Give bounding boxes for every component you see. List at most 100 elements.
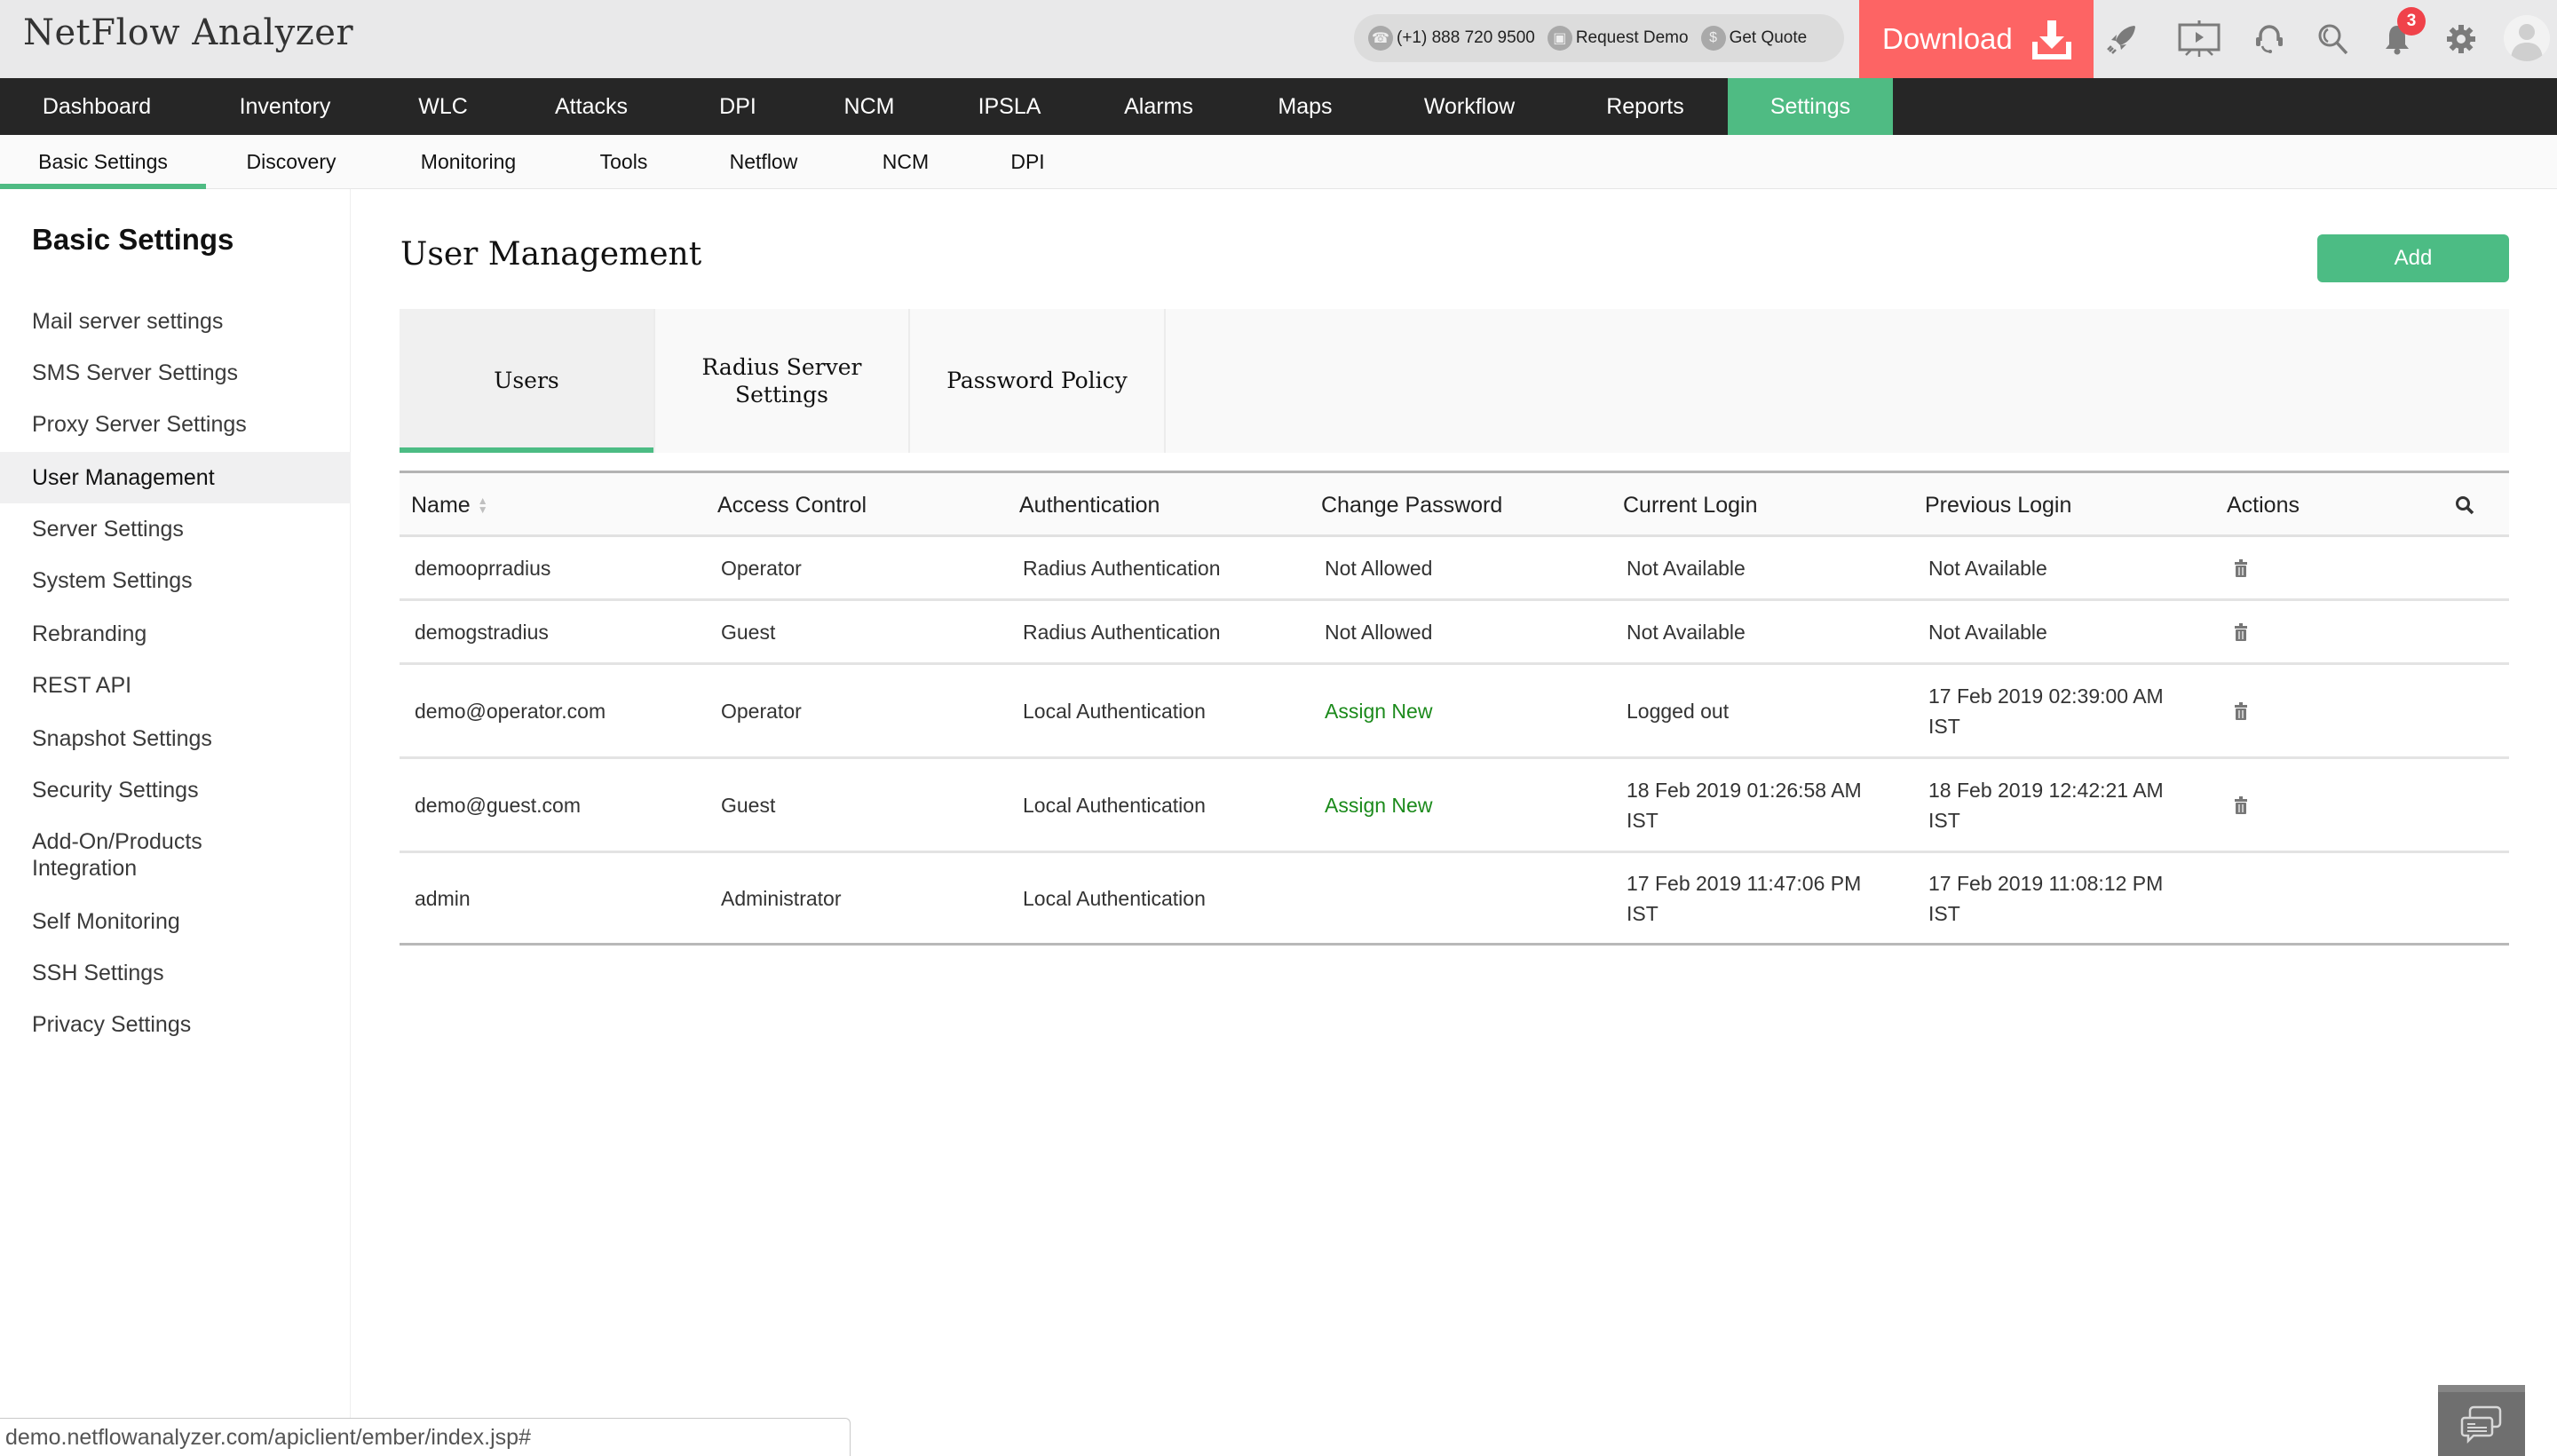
subnav-discovery[interactable]: Discovery <box>229 135 353 189</box>
cell-change-password: Not Allowed <box>1325 620 1433 644</box>
cell-name[interactable]: demogstradius <box>415 601 549 662</box>
app-title[interactable]: NetFlow Analyzer <box>23 12 353 53</box>
rocket-icon[interactable] <box>2102 20 2141 59</box>
cell-current-login: Not Available <box>1627 620 1746 644</box>
gear-icon[interactable] <box>2442 20 2481 59</box>
subnav-netflow[interactable]: Netflow <box>710 135 817 189</box>
table-search-icon[interactable] <box>2455 473 2474 537</box>
table-row: demogstradius Guest Radius Authentication N… <box>400 601 2509 665</box>
sidebar-item-rebranding[interactable]: Rebranding <box>0 608 351 660</box>
nav-workflow[interactable]: Workflow <box>1376 78 1563 135</box>
nav-alarms[interactable]: Alarms <box>1083 78 1234 135</box>
tab-radius-server-settings[interactable]: Radius Server Settings <box>655 309 910 453</box>
sidebar-item-snapshot-settings[interactable]: Snapshot Settings <box>0 713 351 764</box>
nav-attacks[interactable]: Attacks <box>510 78 673 135</box>
tab-users[interactable]: Users <box>400 309 655 453</box>
sidebar-item-addon-integration[interactable]: Add-On/Products Integration <box>0 814 222 896</box>
delete-user-button[interactable] <box>2231 665 2251 756</box>
cell-access-control: Guest <box>721 793 776 817</box>
cell-authentication: Local Authentication <box>1023 699 1206 723</box>
table-body: demooprradius Operator Radius Authenticati… <box>400 537 2509 946</box>
phone-icon: ☎ <box>1368 26 1393 51</box>
nav-reports[interactable]: Reports <box>1563 78 1728 135</box>
cell-name[interactable]: demo@guest.com <box>415 759 581 851</box>
delete-user-button[interactable] <box>2231 759 2251 851</box>
sort-icon[interactable]: ▲ ▼ <box>478 495 488 515</box>
delete-user-button[interactable] <box>2231 537 2251 598</box>
search-icon[interactable] <box>2314 20 2353 59</box>
delete-user-button[interactable] <box>2231 601 2251 662</box>
trash-icon <box>2235 558 2247 577</box>
top-header: NetFlow Analyzer ☎ (+1) 888 720 9500 ▣ R… <box>0 0 2557 78</box>
status-bar-url: demo.netflowanalyzer.com/apiclient/ember… <box>0 1418 851 1456</box>
subnav-basic-settings[interactable]: Basic Settings <box>0 135 206 189</box>
column-authentication: Authentication <box>1019 492 1160 518</box>
nav-dpi[interactable]: DPI <box>673 78 803 135</box>
cell-previous-login: 18 Feb 2019 12:42:21 AM IST <box>1928 778 2164 832</box>
sidebar-item-ssh-settings[interactable]: SSH Settings <box>0 947 351 999</box>
cell-current-login: Not Available <box>1627 556 1746 580</box>
add-user-button[interactable]: Add <box>2317 234 2509 282</box>
cell-access-control: Operator <box>721 556 802 580</box>
nav-dashboard[interactable]: Dashboard <box>0 78 194 135</box>
table-row: demooprradius Operator Radius Authenticati… <box>400 537 2509 601</box>
column-previous-login: Previous Login <box>1925 492 2072 518</box>
subnav-monitoring[interactable]: Monitoring <box>404 135 533 189</box>
sidebar-item-system-settings[interactable]: System Settings <box>0 555 351 606</box>
sidebar-item-security-settings[interactable]: Security Settings <box>0 764 351 816</box>
main-nav: Dashboard Inventory WLC Attacks DPI NCM … <box>0 78 2557 135</box>
phone-link[interactable]: ☎ (+1) 888 720 9500 <box>1368 26 1535 51</box>
headset-support-icon[interactable] <box>2250 20 2289 59</box>
column-actions: Actions <box>2227 492 2300 518</box>
cell-authentication: Radius Authentication <box>1023 556 1221 580</box>
nav-maps[interactable]: Maps <box>1234 78 1376 135</box>
tab-password-policy[interactable]: Password Policy <box>910 309 1166 453</box>
sidebar-item-self-monitoring[interactable]: Self Monitoring <box>0 896 351 947</box>
cell-access-control: Administrator <box>721 886 842 910</box>
nav-ncm[interactable]: NCM <box>803 78 936 135</box>
column-name[interactable]: Name ▲ ▼ <box>411 473 488 537</box>
nav-ipsla[interactable]: IPSLA <box>936 78 1083 135</box>
cell-access-control: Operator <box>721 699 802 723</box>
sidebar-item-mail-server[interactable]: Mail server settings <box>0 296 351 347</box>
demo-presentation-icon[interactable] <box>2175 20 2223 59</box>
assign-new-password-link[interactable]: Assign New <box>1325 759 1432 851</box>
sidebar-item-privacy-settings[interactable]: Privacy Settings <box>0 999 351 1050</box>
dollar-icon: $ <box>1700 26 1726 51</box>
sidebar-item-rest-api[interactable]: REST API <box>0 660 351 711</box>
column-current-login: Current Login <box>1623 492 1758 518</box>
request-demo-link[interactable]: ▣ Request Demo <box>1547 26 1689 51</box>
nav-settings[interactable]: Settings <box>1728 78 1893 135</box>
chat-icon <box>2460 1405 2502 1444</box>
subnav-dpi[interactable]: DPI <box>990 135 1065 189</box>
download-icon <box>2031 20 2071 59</box>
sidebar-title: Basic Settings <box>32 223 234 256</box>
nav-wlc[interactable]: WLC <box>376 78 510 135</box>
user-avatar-icon[interactable] <box>2504 15 2550 61</box>
page-title: User Management <box>400 236 702 273</box>
cell-name[interactable]: demo@operator.com <box>415 665 606 756</box>
download-button[interactable]: Download <box>1859 0 2094 78</box>
get-quote-link[interactable]: $ Get Quote <box>1700 26 1807 51</box>
cell-name[interactable]: demooprradius <box>415 537 550 598</box>
request-demo-label: Request Demo <box>1575 28 1689 47</box>
cell-authentication: Local Authentication <box>1023 793 1206 817</box>
download-label: Download <box>1882 22 2013 55</box>
trash-icon <box>2235 622 2247 641</box>
table-header: Name ▲ ▼ Access Control Authentication Ch… <box>400 471 2509 537</box>
settings-sidebar: Basic Settings Mail server settings SMS … <box>0 189 351 1456</box>
sidebar-item-proxy-server[interactable]: Proxy Server Settings <box>0 399 351 450</box>
sub-nav: Basic Settings Discovery Monitoring Tool… <box>0 135 2557 189</box>
nav-inventory[interactable]: Inventory <box>194 78 376 135</box>
demo-icon: ▣ <box>1547 26 1572 51</box>
cell-name[interactable]: admin <box>415 853 471 943</box>
subnav-ncm[interactable]: NCM <box>866 135 946 189</box>
sidebar-item-sms-server[interactable]: SMS Server Settings <box>0 347 351 399</box>
cell-authentication: Local Authentication <box>1023 886 1206 910</box>
chat-button[interactable] <box>2438 1385 2525 1456</box>
assign-new-password-link[interactable]: Assign New <box>1325 665 1432 756</box>
sidebar-item-user-management[interactable]: User Management <box>0 452 351 503</box>
notification-badge: 3 <box>2397 7 2426 36</box>
sidebar-item-server-settings[interactable]: Server Settings <box>0 503 351 555</box>
subnav-tools[interactable]: Tools <box>586 135 661 189</box>
